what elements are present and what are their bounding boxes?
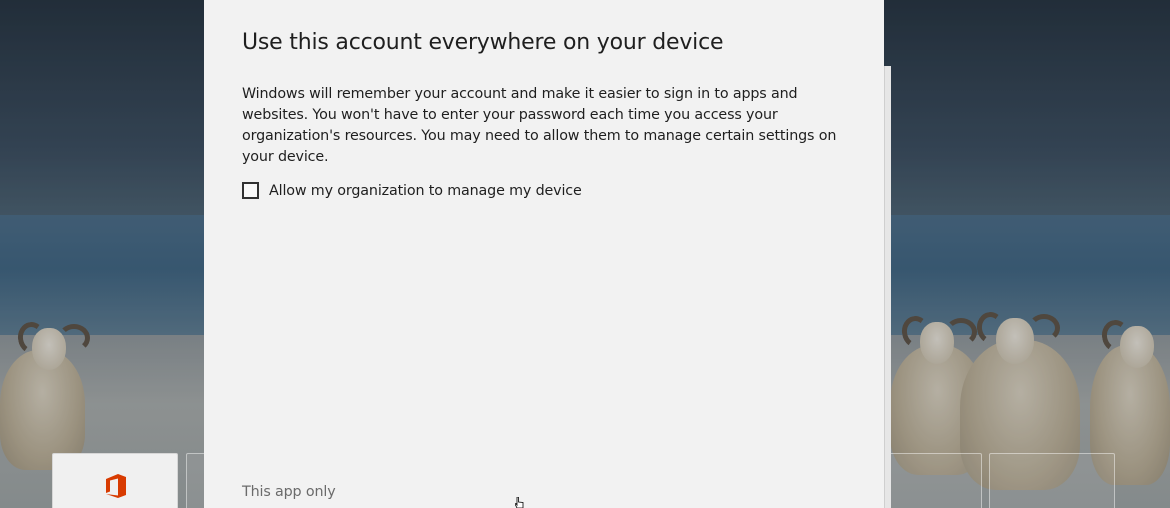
this-app-only-link[interactable]: This app only (242, 484, 336, 500)
dialog-title: Use this account everywhere on your devi… (242, 30, 724, 55)
tile-placeholder[interactable] (989, 453, 1115, 508)
dialog-scrollbar[interactable] (884, 66, 891, 508)
hand-cursor-icon (515, 497, 524, 508)
tile-placeholder[interactable] (884, 453, 982, 508)
manage-device-checkbox[interactable] (242, 182, 259, 199)
sign-in-dialog: Use this account everywhere on your devi… (204, 0, 884, 508)
office-tile[interactable] (52, 453, 178, 508)
manage-device-checkbox-row[interactable]: Allow my organization to manage my devic… (242, 182, 582, 199)
office-logo-icon (106, 474, 126, 498)
dialog-description: Windows will remember your account and m… (242, 86, 837, 165)
manage-device-checkbox-label[interactable]: Allow my organization to manage my devic… (269, 183, 582, 199)
